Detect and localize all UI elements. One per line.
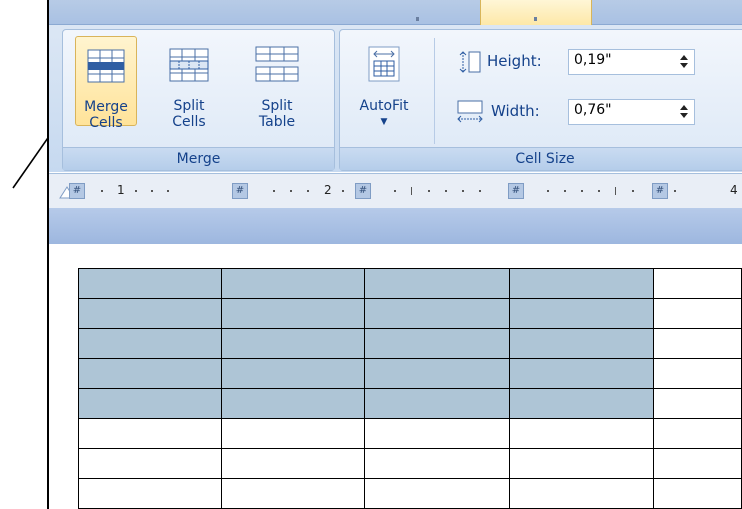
column-marker[interactable]: #	[355, 183, 371, 199]
table-cell[interactable]	[220, 298, 366, 329]
table-cell[interactable]	[652, 358, 742, 389]
column-marker[interactable]: #	[232, 183, 248, 199]
tab-active[interactable]	[480, 0, 592, 25]
height-value: 0,19"	[574, 52, 612, 68]
table-cell[interactable]	[220, 418, 366, 449]
split-table-icon	[255, 46, 299, 82]
width-icon	[457, 100, 483, 123]
height-label: Height:	[487, 52, 542, 70]
autofit-button[interactable]: AutoFit ▼	[346, 36, 422, 127]
table-cell[interactable]	[508, 418, 654, 449]
table-cell[interactable]	[652, 298, 742, 329]
table-row[interactable]	[78, 448, 742, 479]
ruler-number: 2	[324, 183, 332, 197]
split-table-label-2: Table	[258, 114, 296, 130]
merge-group: Merge Cells Split Cells Split Table Merg…	[62, 29, 335, 171]
table-cell[interactable]	[364, 268, 510, 299]
table-cell[interactable]	[652, 328, 742, 359]
table-row[interactable]	[78, 478, 742, 509]
table-cell[interactable]	[78, 298, 222, 329]
table-cell[interactable]	[652, 478, 742, 509]
merge-group-title: Merge	[63, 147, 334, 170]
ribbon-tab-strip[interactable]	[49, 0, 742, 25]
table-cell[interactable]	[508, 358, 654, 389]
autofit-icon	[368, 46, 400, 82]
table-cell[interactable]	[508, 328, 654, 359]
table-row[interactable]	[78, 388, 742, 419]
table-cell[interactable]	[364, 418, 510, 449]
table-cell[interactable]	[508, 478, 654, 509]
width-label: Width:	[491, 102, 540, 120]
split-cells-icon	[169, 48, 209, 82]
table-cell[interactable]	[508, 388, 654, 419]
group-separator	[434, 38, 435, 144]
table-cell[interactable]	[508, 298, 654, 329]
table-cell[interactable]	[78, 358, 222, 389]
width-field[interactable]: 0,76"	[568, 99, 695, 125]
table-cell[interactable]	[652, 268, 742, 299]
document-table[interactable]	[78, 268, 742, 509]
table-cell[interactable]	[508, 448, 654, 479]
height-field[interactable]: 0,19"	[568, 49, 695, 75]
table-cell[interactable]	[220, 448, 366, 479]
table-cell[interactable]	[78, 328, 222, 359]
autofit-label: AutoFit	[359, 98, 409, 114]
table-cell[interactable]	[220, 478, 366, 509]
cell-size-group: AutoFit ▼ Height: 0,19" Width: 0,76" Cel…	[339, 29, 742, 171]
merge-cells-button[interactable]: Merge Cells	[75, 36, 137, 131]
table-row[interactable]	[78, 358, 742, 389]
table-row[interactable]	[78, 268, 742, 299]
ruler-number: 4	[730, 183, 738, 197]
column-marker[interactable]: #	[652, 183, 668, 199]
tab-separator	[416, 17, 419, 21]
table-cell[interactable]	[220, 268, 366, 299]
cell-size-group-title: Cell Size	[340, 147, 742, 170]
table-cell[interactable]	[508, 268, 654, 299]
horizontal-ruler[interactable]: # 1 # 2 # # # 4	[49, 173, 742, 209]
height-icon	[459, 51, 481, 73]
table-cell[interactable]	[364, 388, 510, 419]
table-cell[interactable]	[220, 328, 366, 359]
spinner-icon[interactable]	[678, 103, 690, 120]
table-cell[interactable]	[78, 388, 222, 419]
table-cell[interactable]	[78, 418, 222, 449]
split-table-label-1: Split	[261, 98, 293, 114]
split-cells-label-2: Cells	[172, 114, 206, 130]
table-cell[interactable]	[78, 448, 222, 479]
tab-separator	[534, 17, 537, 21]
split-cells-label-1: Split	[173, 98, 205, 114]
autofit-dropdown-arrow[interactable]: ▼	[346, 114, 422, 130]
table-cell[interactable]	[220, 388, 366, 419]
table-row[interactable]	[78, 298, 742, 329]
split-cells-button[interactable]: Split Cells	[159, 36, 219, 130]
merge-cells-label-2: Cells	[89, 115, 123, 131]
table-cell[interactable]	[652, 388, 742, 419]
document-top-margin	[49, 208, 742, 244]
table-cell[interactable]	[364, 478, 510, 509]
table-row[interactable]	[78, 328, 742, 359]
merge-cells-label-1: Merge	[84, 99, 128, 115]
table-cell[interactable]	[220, 358, 366, 389]
column-marker[interactable]: #	[69, 183, 85, 199]
table-cell[interactable]	[364, 298, 510, 329]
split-table-button[interactable]: Split Table	[245, 36, 309, 130]
table-cell[interactable]	[364, 448, 510, 479]
column-marker[interactable]: #	[508, 183, 524, 199]
table-cell[interactable]	[364, 358, 510, 389]
table-cell[interactable]	[78, 268, 222, 299]
ruler-number: 1	[117, 183, 125, 197]
table-cell[interactable]	[78, 478, 222, 509]
table-cell[interactable]	[652, 418, 742, 449]
spinner-icon[interactable]	[678, 53, 690, 70]
table-row[interactable]	[78, 418, 742, 449]
table-cell[interactable]	[652, 448, 742, 479]
width-value: 0,76"	[574, 102, 612, 118]
table-cell[interactable]	[364, 328, 510, 359]
merge-cells-icon	[87, 49, 125, 83]
